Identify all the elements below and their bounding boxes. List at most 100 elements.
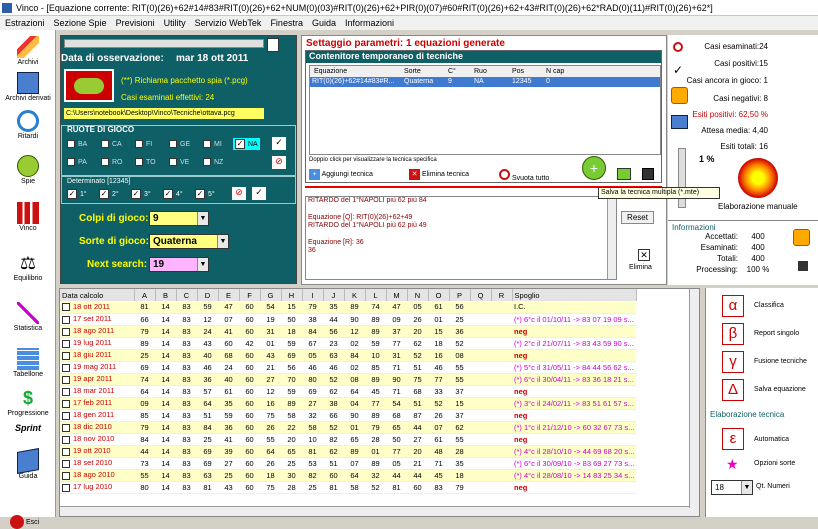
colpi-select[interactable]: 9 ▼ (149, 211, 209, 226)
equation-text-area[interactable]: RITARDO del 1°NAPOLI più 62 più 84 Equazi… (305, 196, 617, 280)
ruota-ge[interactable]: GE (169, 140, 190, 148)
ruota-ve[interactable]: VE (169, 158, 189, 166)
row-checkbox[interactable] (62, 387, 70, 396)
menu-finestra[interactable]: Finestra (270, 18, 303, 28)
ruota-na[interactable]: ✓ NA (233, 138, 260, 150)
add-green-button[interactable]: + (582, 156, 606, 180)
no-icon[interactable] (673, 42, 683, 52)
ruota-to[interactable]: TO (135, 158, 156, 166)
column-header[interactable]: Q (470, 289, 492, 301)
column-header[interactable]: P (449, 289, 471, 301)
sidebar-item-esci[interactable]: Esci (0, 515, 56, 529)
table-row[interactable]: 19 apr 2011 74 14 83 36 40 60 27 70 80 52 08 89 90 75 7… (60, 373, 637, 386)
table-row[interactable]: 18 set 2010 73 14 83 69 27 60 26 25 53 51 07 89 05 21 7… (60, 457, 637, 470)
close-box-icon[interactable]: ✕ (638, 249, 650, 261)
table-row[interactable]: 18 dic 2010 79 14 83 84 36 60 26 22 58 52 01 79 65 44 0… (60, 421, 637, 434)
row-checkbox[interactable] (62, 459, 70, 468)
table-row[interactable]: 18 ago 2010 55 14 83 63 25 60 18 30 82 60 64 32 44 44 4… (60, 469, 637, 482)
path-field[interactable]: C:\Users\notebook\Desktop\Vinco\Tecniche… (64, 108, 264, 119)
ruota-mi[interactable]: MI (203, 140, 222, 148)
table-row[interactable]: 19 lug 2011 89 14 83 43 60 42 01 59 67 23 02 59 77 62 1… (60, 337, 637, 350)
date-scrollbar[interactable] (64, 39, 264, 48)
star-icon[interactable]: ★ (726, 456, 739, 473)
ruota-fi[interactable]: FI (135, 140, 152, 148)
ruota-ba[interactable]: BA (67, 140, 87, 148)
jar-icon[interactable] (671, 87, 688, 104)
sidebar-item-progressione[interactable]: $ Progressione (0, 387, 56, 417)
row-checkbox[interactable] (62, 483, 70, 492)
beta-icon[interactable]: β (722, 323, 744, 345)
column-header[interactable]: J (323, 289, 345, 301)
column-header[interactable]: Data calcolo (60, 289, 135, 301)
row-checkbox[interactable] (62, 327, 70, 336)
sorte-select[interactable]: Quaterna ▼ (149, 234, 229, 249)
menu-servizio-webtek[interactable]: Servizio WebTek (195, 18, 262, 28)
sidebar-item-vinco[interactable]: Vinco (0, 202, 56, 232)
column-header[interactable]: R (491, 289, 513, 301)
table-row[interactable]: 18 giu 2011 25 14 83 40 68 60 43 69 05 63 84 10 31 52 1… (60, 349, 637, 362)
sidebar-item-tabellone[interactable]: Tabellone (0, 348, 56, 378)
row-checkbox[interactable] (62, 411, 70, 420)
menu-sezione-spie[interactable]: Sezione Spie (54, 18, 107, 28)
table-row[interactable]: 18 nov 2010 84 14 83 25 41 60 55 20 10 82 65 28 50 27 6… (60, 433, 637, 446)
select-all-ruote-button[interactable]: ✓ (272, 137, 286, 150)
table-row[interactable]: 18 ott 2011 81 14 83 59 47 60 54 15 79 35 89 74 47 05 6… (60, 301, 637, 314)
table-row[interactable]: 17 lug 2010 80 14 83 81 43 60 75 28 25 81 58 52 81 60 8… (60, 481, 637, 494)
save-icon[interactable] (642, 168, 654, 180)
row-checkbox[interactable] (62, 423, 70, 432)
row-checkbox[interactable] (62, 351, 70, 360)
menu-informazioni[interactable]: Informazioni (345, 18, 394, 28)
manual-elaboration-button[interactable] (738, 158, 778, 198)
det-4[interactable]: ✓ 4° (163, 189, 183, 199)
column-header[interactable]: K (344, 289, 366, 301)
menu-previsioni[interactable]: Previsioni (116, 18, 155, 28)
column-header[interactable]: F (239, 289, 261, 301)
column-header[interactable]: B (155, 289, 177, 301)
vertical-scrollbar[interactable] (689, 289, 699, 508)
table-row[interactable]: 17 set 2011 66 14 83 12 07 60 19 50 38 44 90 89 09 26 0… (60, 313, 637, 326)
sidebar-item-archivi[interactable]: Archivi (0, 36, 56, 66)
det-1[interactable]: ✓ 1° (67, 189, 87, 199)
check-icon[interactable]: ✓ (673, 63, 683, 77)
table-row[interactable]: 18 mar 2011 64 14 83 57 61 60 12 59 69 62 64 45 71 68 3… (60, 385, 637, 398)
column-header[interactable]: N (407, 289, 429, 301)
book-icon[interactable] (671, 115, 688, 129)
det-2[interactable]: ✓ 2° (99, 189, 119, 199)
sidebar-item-statistica[interactable]: Statistica (0, 302, 56, 332)
row-checkbox[interactable] (62, 315, 70, 324)
select-determinato-button[interactable]: ✓ (252, 187, 266, 200)
menu-estrazioni[interactable]: Estrazioni (5, 18, 45, 28)
sidebar-item-archivi-derivati[interactable]: Archivi derivati (0, 72, 56, 102)
row-checkbox[interactable] (62, 471, 70, 480)
table-row[interactable]: 19 ott 2010 44 14 83 69 39 60 64 65 81 62 89 01 77 20 4… (60, 445, 637, 458)
jar-icon[interactable] (793, 229, 810, 246)
sidebar-item-equilibrio[interactable]: ⚖ Equilibrio (0, 252, 56, 282)
save-date-icon[interactable] (267, 38, 279, 52)
ruota-nz[interactable]: NZ (203, 158, 223, 166)
ruota-ca[interactable]: CA (101, 140, 122, 148)
clear-determinato-button[interactable]: ⊘ (232, 187, 246, 200)
column-header[interactable]: Spoglio (512, 289, 637, 301)
column-header[interactable]: A (134, 289, 156, 301)
table-row[interactable]: 19 mag 2011 69 14 83 46 24 60 21 56 46 46 02 85 71 51 4… (60, 361, 637, 374)
det-3[interactable]: ✓ 3° (131, 189, 151, 199)
row-checkbox[interactable] (62, 339, 70, 348)
column-header[interactable]: H (281, 289, 303, 301)
horizontal-scrollbar[interactable] (60, 506, 699, 516)
row-checkbox[interactable] (62, 435, 70, 444)
column-header[interactable]: I (302, 289, 324, 301)
table-row[interactable]: 17 feb 2011 09 14 83 64 35 60 16 89 27 38 04 77 54 51 5… (60, 397, 637, 410)
ruota-pa[interactable]: PA (67, 158, 87, 166)
sidebar-item-spie[interactable]: Spie (0, 155, 56, 185)
delta-icon[interactable]: Δ (722, 379, 744, 401)
menu-guida[interactable]: Guida (312, 18, 336, 28)
qt-numeri-select[interactable]: 18 ▼ (711, 480, 753, 495)
row-checkbox[interactable] (62, 399, 70, 408)
export-icon[interactable] (617, 168, 631, 180)
text-scrollbar[interactable] (607, 197, 616, 279)
column-header[interactable]: O (428, 289, 450, 301)
technique-row[interactable]: RIT(0)(26)+62#14#83#R... Quaterna 9 NA 12345… (310, 77, 660, 87)
row-checkbox[interactable] (62, 447, 70, 456)
column-header[interactable]: M (386, 289, 408, 301)
sidebar-item-guida[interactable]: Guida (0, 448, 56, 480)
